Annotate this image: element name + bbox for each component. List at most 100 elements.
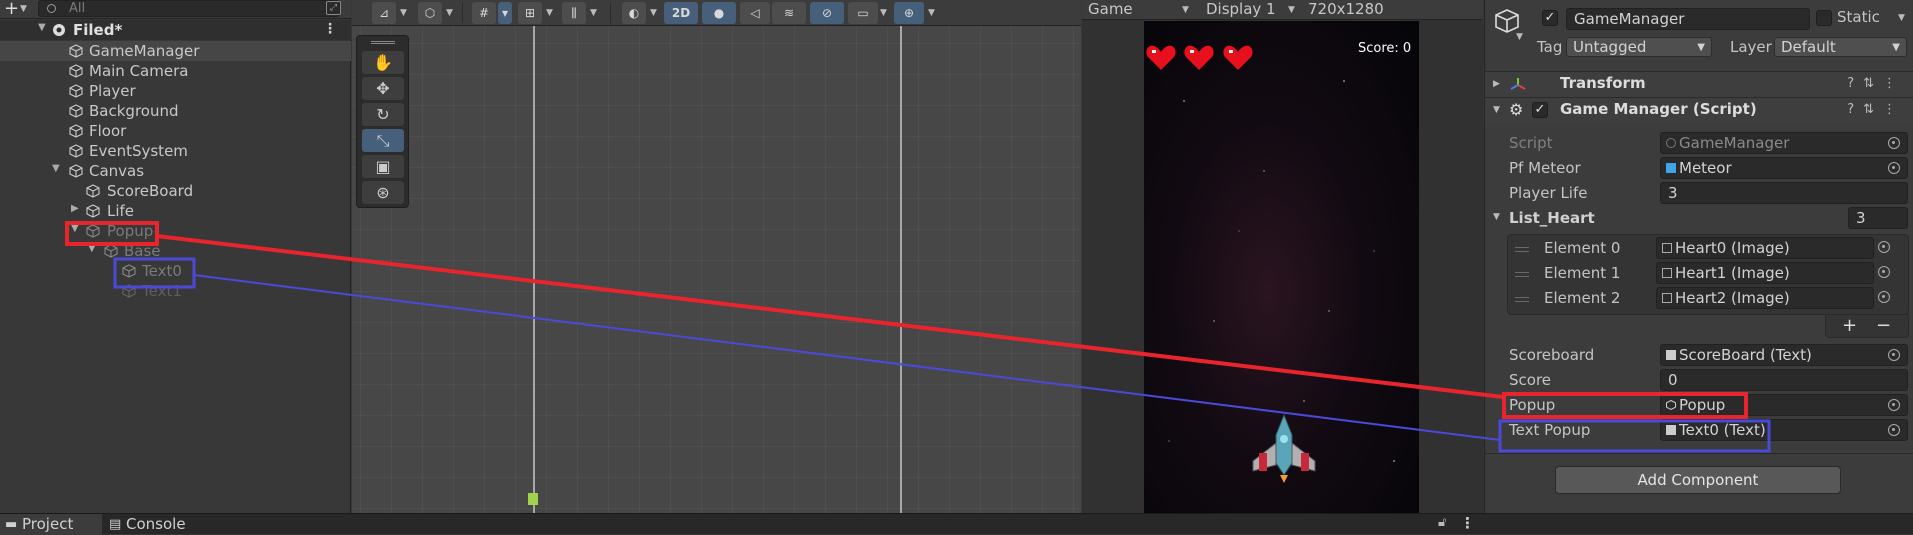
object-picker-icon[interactable] <box>1888 424 1900 436</box>
ruler-icon[interactable]: ⫼ <box>562 2 586 24</box>
popup-field[interactable]: Popup <box>1660 394 1908 416</box>
gamemanager-script-component-header[interactable]: ▼ ⚙ ✓ Game Manager (Script) ?⇅⋮ <box>1485 97 1913 123</box>
drag-handle[interactable] <box>1515 272 1529 277</box>
active-checkbox[interactable]: ✓ <box>1542 10 1558 26</box>
kebab-menu-icon[interactable]: ⋮ <box>1460 514 1475 532</box>
move-tool-icon[interactable]: ✥ <box>362 77 404 100</box>
create-plus-button[interactable]: + <box>4 0 19 19</box>
hierarchy-item-popup[interactable]: ▼ Popup <box>0 221 351 241</box>
camera-icon[interactable]: ▭ <box>848 2 878 24</box>
hierarchy-search-input[interactable]: All <box>38 0 340 17</box>
remove-element-button[interactable]: − <box>1876 315 1891 336</box>
drag-handle[interactable] <box>1515 247 1529 252</box>
draw-mode-icon[interactable]: ⊿ <box>372 2 396 24</box>
hierarchy-item-eventsystem[interactable]: EventSystem <box>0 141 351 161</box>
hierarchy-item-floor[interactable]: Floor <box>0 121 351 141</box>
pf-meteor-field[interactable]: Meteor <box>1660 157 1908 179</box>
chevron-down-icon[interactable]: ▼ <box>1516 32 1523 42</box>
transform-tool-icon[interactable]: ⊛ <box>362 181 404 204</box>
expand-arrow-icon[interactable]: ▼ <box>71 223 79 234</box>
hierarchy-item-background[interactable]: Background <box>0 101 351 121</box>
lighting-bulb-icon[interactable]: ● <box>702 2 736 24</box>
component-header-icons[interactable]: ?⇅⋮ <box>1847 76 1905 91</box>
chevron-down-icon[interactable]: ▼ <box>20 4 27 14</box>
expand-arrow-icon[interactable]: ▼ <box>1493 105 1500 115</box>
hierarchy-item-life[interactable]: ▶ Life <box>0 201 351 221</box>
expand-arrow-icon[interactable]: ▼ <box>38 22 46 33</box>
chevron-down-icon[interactable]: ▼ <box>1898 13 1905 23</box>
position-gizmo-icon[interactable] <box>528 493 538 505</box>
scale-tool-icon[interactable]: ⤡ <box>362 129 404 152</box>
chevron-down-icon[interactable]: ▼ <box>928 8 935 18</box>
hierarchy-item-gamemanager[interactable]: GameManager <box>0 41 351 61</box>
rect-tool-icon[interactable]: ▣ <box>362 155 404 178</box>
transform-component-header[interactable]: ▶ Transform ?⇅⋮ <box>1485 71 1913 97</box>
element-2-field[interactable]: Heart2 (Image) <box>1656 287 1874 309</box>
scoreboard-field[interactable]: ScoreBoard (Text) <box>1660 344 1908 366</box>
effects-layers-icon[interactable]: ≋ <box>772 2 806 24</box>
static-checkbox[interactable] <box>1816 10 1832 26</box>
display-dropdown[interactable]: Display 1 <box>1206 0 1276 18</box>
gizmos-icon[interactable]: ⊕ <box>894 2 924 24</box>
tag-dropdown[interactable]: Untagged ▼ <box>1566 37 1712 57</box>
object-picker-icon[interactable] <box>1888 399 1900 411</box>
lock-icon[interactable]: 🔓︎ <box>1438 515 1446 530</box>
kebab-menu-icon[interactable]: ⋮ <box>323 21 337 37</box>
chevron-down-icon[interactable]: ▼ <box>546 8 553 18</box>
object-picker-icon[interactable] <box>1878 291 1890 303</box>
hierarchy-item-player[interactable]: Player <box>0 81 351 101</box>
snap-increment-icon[interactable]: ⊞ <box>518 2 542 24</box>
chevron-down-icon[interactable]: ▾ <box>498 2 512 24</box>
chevron-down-icon[interactable]: ▼ <box>650 8 657 18</box>
object-name-input[interactable]: GameManager <box>1566 8 1810 30</box>
scene-row[interactable]: ▼ Filed* ⋮ <box>0 20 351 40</box>
object-picker-icon[interactable] <box>1878 266 1890 278</box>
audio-mute-icon[interactable]: ◁ <box>740 2 770 24</box>
hierarchy-item-scoreboard[interactable]: ScoreBoard <box>0 181 351 201</box>
render-cube-icon[interactable]: ⬡ <box>418 2 442 24</box>
chevron-down-icon[interactable]: ▼ <box>1182 5 1189 15</box>
game-mode-dropdown[interactable]: Game <box>1088 0 1133 18</box>
search-filter-icon[interactable]: ⤢ <box>326 1 341 15</box>
score-input[interactable]: 0 <box>1660 369 1908 391</box>
expand-arrow-icon[interactable]: ▼ <box>52 163 60 174</box>
hierarchy-item-main-camera[interactable]: Main Camera <box>0 61 351 81</box>
hidden-objects-eye-icon[interactable]: ⊘ <box>810 2 844 24</box>
hierarchy-item-canvas[interactable]: ▼ Canvas <box>0 161 351 181</box>
add-component-button[interactable]: Add Component <box>1555 466 1841 494</box>
hand-tool-icon[interactable]: ✋ <box>362 51 404 74</box>
palette-grab-handle[interactable] <box>371 41 395 44</box>
scene-view[interactable] <box>352 0 1081 513</box>
player-life-input[interactable]: 3 <box>1660 182 1908 204</box>
element-0-field[interactable]: Heart0 (Image) <box>1656 237 1874 259</box>
add-element-button[interactable]: + <box>1842 315 1857 336</box>
object-picker-icon[interactable] <box>1878 241 1890 253</box>
component-header-icons[interactable]: ?⇅⋮ <box>1847 102 1905 117</box>
tab-project[interactable]: ▬ Project <box>0 514 102 535</box>
rotate-tool-icon[interactable]: ↻ <box>362 103 404 126</box>
toggle-2d-button[interactable]: 2D <box>664 2 698 24</box>
expand-arrow-icon[interactable]: ▼ <box>1493 212 1500 222</box>
chevron-down-icon[interactable]: ▼ <box>400 8 407 18</box>
expand-arrow-icon[interactable]: ▼ <box>88 243 96 254</box>
element-1-field[interactable]: Heart1 (Image) <box>1656 262 1874 284</box>
hierarchy-item-text0[interactable]: Text0 <box>0 261 351 281</box>
expand-arrow-icon[interactable]: ▶ <box>1493 79 1500 89</box>
list-size-input[interactable]: 3 <box>1848 207 1908 229</box>
hierarchy-item-base[interactable]: ▼ Base <box>0 241 351 261</box>
expand-arrow-icon[interactable]: ▶ <box>71 203 79 214</box>
object-picker-icon[interactable] <box>1888 349 1900 361</box>
object-picker-icon[interactable] <box>1888 162 1900 174</box>
chevron-down-icon[interactable]: ▼ <box>1288 5 1295 15</box>
resolution-dropdown[interactable]: 720x1280 <box>1308 0 1384 18</box>
chevron-down-icon[interactable]: ▼ <box>880 8 887 18</box>
hierarchy-item-text1[interactable]: Text1 <box>0 281 351 301</box>
tab-console[interactable]: ▤ Console <box>104 514 204 535</box>
drag-handle[interactable] <box>1515 297 1529 302</box>
shading-sphere-icon[interactable]: ◐ <box>622 2 646 24</box>
chevron-down-icon[interactable]: ▼ <box>590 8 597 18</box>
layer-dropdown[interactable]: Default ▼ <box>1774 37 1907 57</box>
chevron-down-icon[interactable]: ▼ <box>446 8 453 18</box>
component-enabled-checkbox[interactable]: ✓ <box>1532 102 1548 118</box>
grid-snap-icon[interactable]: # <box>472 2 496 24</box>
